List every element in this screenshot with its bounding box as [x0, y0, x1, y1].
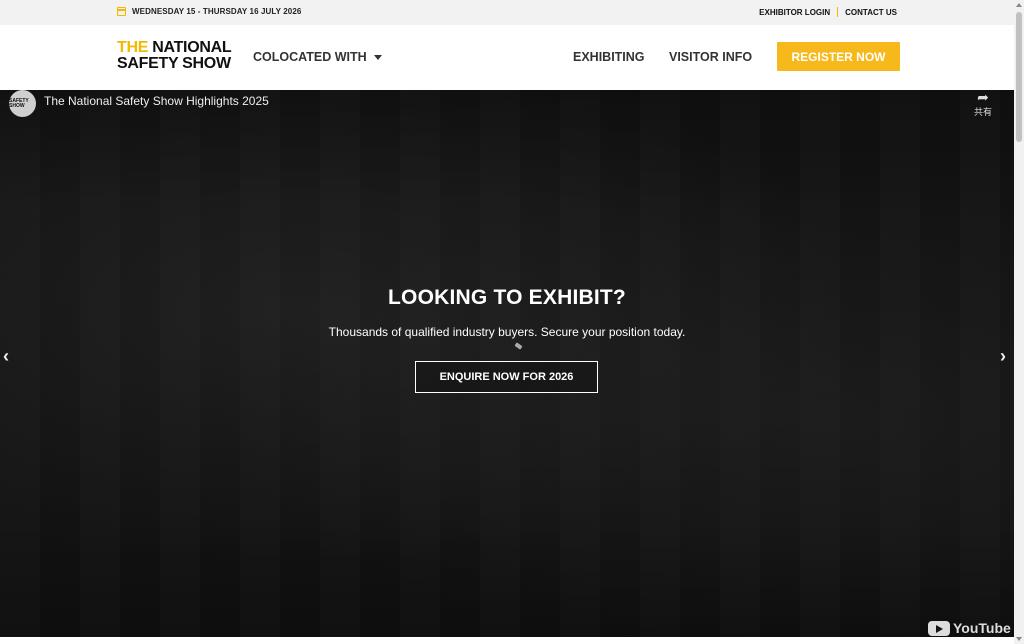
chevron-right-icon[interactable]: › [1000, 346, 1006, 367]
youtube-logo[interactable]: YouTube [928, 620, 1011, 636]
channel-avatar-text: SAFETY SHOW [9, 97, 29, 109]
nav-colocated-label: COLOCATED WITH [253, 50, 367, 64]
event-date-text: WEDNESDAY 15 - THURSDAY 16 JULY 2026 [132, 7, 302, 16]
logo-line1: NATIONAL [148, 39, 232, 56]
top-links: EXHIBITOR LOGIN CONTACT US [759, 7, 897, 17]
page-bottom-strip [0, 637, 1014, 644]
link-divider [837, 7, 839, 17]
video-hero[interactable]: SAFETY SHOW The National Safety Show Hig… [0, 90, 1014, 637]
logo-line2: SAFETY SHOW [117, 55, 231, 72]
nav-colocated-dropdown[interactable]: COLOCATED WITH [253, 50, 382, 64]
site-header: THE NATIONAL SAFETY SHOW COLOCATED WITH … [0, 25, 1014, 90]
enquire-now-button[interactable]: ENQUIRE NOW FOR 2026 [415, 361, 598, 393]
hero-subtitle: Thousands of qualified industry buyers. … [328, 325, 686, 339]
site-logo[interactable]: THE NATIONAL SAFETY SHOW [117, 39, 232, 72]
share-icon: ➦ [977, 90, 989, 105]
caret-down-icon [373, 54, 382, 60]
youtube-play-icon [928, 620, 950, 636]
event-date: WEDNESDAY 15 - THURSDAY 16 JULY 2026 [117, 7, 301, 16]
scrollbar-thumb[interactable] [1016, 12, 1022, 142]
share-label: 共有 [973, 107, 992, 117]
nav-visitor-info[interactable]: VISITOR INFO [669, 50, 752, 64]
exhibitor-login-link[interactable]: EXHIBITOR LOGIN [759, 8, 830, 17]
share-button[interactable]: ➦ 共有 [971, 90, 995, 118]
hero-title: LOOKING TO EXHIBIT? [388, 286, 626, 309]
nav-exhibiting[interactable]: EXHIBITING [573, 50, 645, 64]
scroll-up-icon[interactable] [1016, 3, 1022, 7]
scroll-down-icon[interactable] [1016, 637, 1022, 641]
page-scrollbar[interactable] [1014, 0, 1024, 644]
youtube-label: YouTube [953, 620, 1011, 636]
contact-us-link[interactable]: CONTACT US [845, 8, 897, 17]
top-bar: WEDNESDAY 15 - THURSDAY 16 JULY 2026 EXH… [0, 0, 1014, 25]
channel-avatar[interactable]: SAFETY SHOW [9, 90, 36, 117]
video-title[interactable]: The National Safety Show Highlights 2025 [44, 94, 269, 108]
calendar-icon [117, 7, 126, 16]
logo-highlight: THE [117, 39, 149, 56]
chevron-left-icon[interactable]: ‹ [3, 346, 9, 367]
register-now-button[interactable]: REGISTER NOW [777, 42, 900, 71]
